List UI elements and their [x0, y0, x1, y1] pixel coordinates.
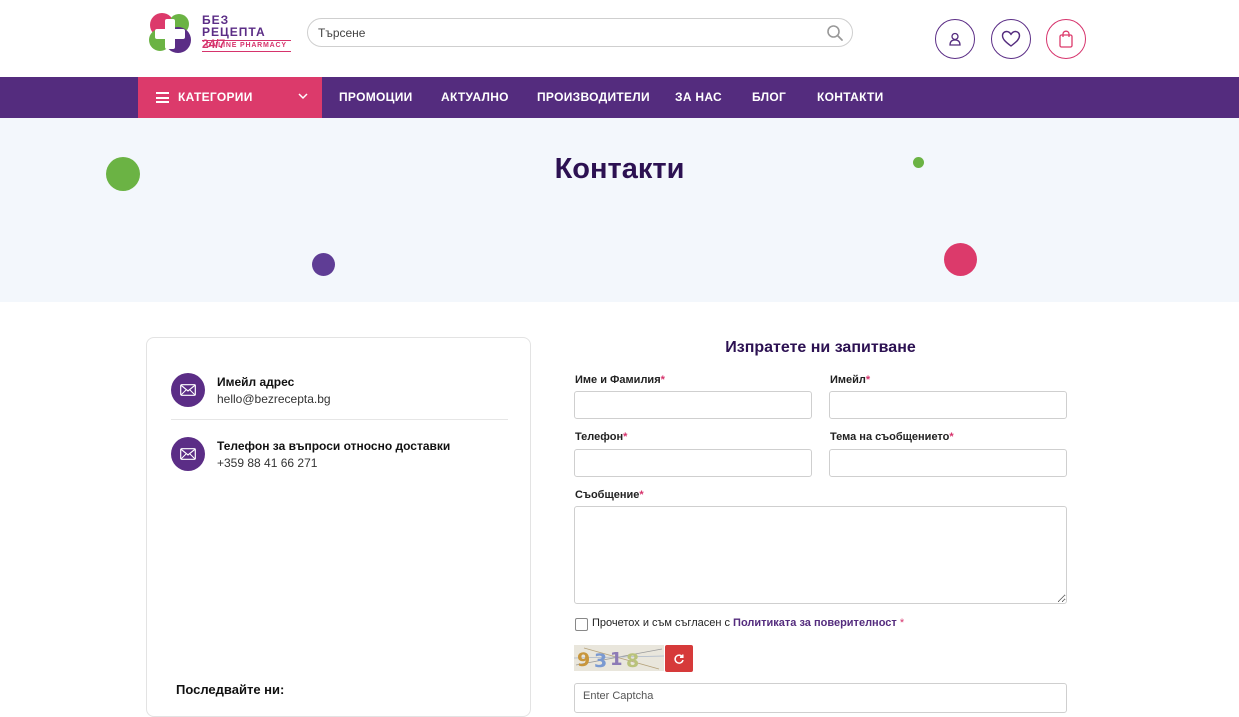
captcha-char: 8: [626, 650, 639, 671]
site-logo[interactable]: БЕЗ РЕЦЕПТА 24/7 ONLINE PHARMACY: [148, 10, 293, 56]
categories-menu-button[interactable]: КАТЕГОРИИ: [138, 77, 322, 118]
captcha-image: 9 3 1 8: [574, 645, 664, 671]
nav-item-contacts[interactable]: КОНТАКТИ: [817, 90, 884, 104]
search-bar: [307, 18, 853, 47]
name-label: Име и Фамилия*: [575, 374, 665, 386]
envelope-icon: [171, 437, 205, 471]
nav-item-blog[interactable]: БЛОГ: [752, 90, 786, 104]
captcha-char: 1: [610, 649, 623, 670]
required-mark: *: [899, 617, 905, 629]
decorative-dot: [944, 243, 977, 276]
nav-item-promotions[interactable]: ПРОМОЦИИ: [339, 90, 413, 104]
email-label-text: Имейл: [830, 374, 866, 386]
message-textarea[interactable]: [574, 506, 1067, 604]
name-label-text: Име и Фамилия: [575, 374, 661, 386]
nav-item-current[interactable]: АКТУАЛНО: [441, 90, 509, 104]
subject-field[interactable]: [829, 449, 1067, 477]
account-button[interactable]: [935, 19, 975, 59]
captcha-refresh-button[interactable]: [665, 645, 693, 672]
hamburger-icon: [156, 92, 169, 103]
message-label-text: Съобщение: [575, 489, 640, 501]
nav-item-about[interactable]: ЗА НАС: [675, 90, 722, 104]
follow-us-label: Последвайте ни:: [176, 682, 285, 697]
consent-text: Прочетох и съм съгласен с: [592, 617, 730, 629]
required-mark: *: [865, 374, 871, 386]
phone-field[interactable]: [574, 449, 812, 477]
phone-value[interactable]: +359 88 41 66 271: [217, 456, 317, 470]
categories-label: КАТЕГОРИИ: [178, 90, 253, 104]
decorative-dot: [312, 253, 335, 276]
heart-icon: [1001, 30, 1021, 47]
privacy-policy-link[interactable]: Политиката за поверителност: [733, 617, 897, 629]
cart-icon: [1059, 30, 1073, 48]
required-mark: *: [949, 431, 954, 443]
form-title: Изпратете ни запитване: [725, 339, 916, 356]
user-icon: [949, 32, 961, 46]
email-title: Имейл адрес: [217, 375, 295, 389]
captcha-char: 9: [577, 649, 590, 671]
phone-label: Телефон*: [575, 431, 627, 443]
required-mark: *: [623, 431, 628, 443]
name-field[interactable]: [574, 391, 812, 419]
phone-title: Телефон за въпроси относно доставки: [217, 439, 451, 453]
divider: [171, 419, 508, 420]
page-hero: Контакти: [0, 118, 1239, 302]
envelope-icon: [171, 373, 205, 407]
message-label: Съобщение*: [575, 489, 644, 501]
refresh-icon: [674, 653, 684, 664]
logo-cross-icon: [149, 13, 191, 53]
contact-info-card: Имейл адрес hello@bezrecepta.bg Телефон …: [146, 337, 531, 717]
captcha-input[interactable]: [583, 690, 1053, 702]
email-field[interactable]: [829, 391, 1067, 419]
logo-subtitle: ONLINE PHARMACY: [202, 40, 291, 52]
chevron-down-icon: [298, 93, 308, 100]
cart-button[interactable]: [1046, 19, 1086, 59]
email-label: Имейл*: [830, 374, 870, 386]
subject-label: Тема на съобщението*: [830, 431, 954, 443]
wishlist-button[interactable]: [991, 19, 1031, 59]
search-icon[interactable]: [826, 24, 844, 42]
email-value[interactable]: hello@bezrecepta.bg: [217, 392, 331, 406]
captcha-field: [574, 683, 1067, 713]
search-input[interactable]: [318, 23, 808, 43]
page-title: Контакти: [554, 153, 685, 185]
privacy-consent-checkbox[interactable]: [575, 618, 588, 631]
required-mark: *: [660, 374, 665, 386]
privacy-consent-label: Прочетох и съм съгласен с Политиката за …: [592, 617, 904, 629]
main-nav: КАТЕГОРИИ ПРОМОЦИИ АКТУАЛНО ПРОИЗВОДИТЕЛ…: [0, 77, 1239, 118]
phone-label-text: Телефон: [575, 431, 624, 443]
site-header: БЕЗ РЕЦЕПТА 24/7 ONLINE PHARMACY: [0, 0, 1239, 77]
subject-label-text: Тема на съобщението: [830, 431, 950, 443]
required-mark: *: [639, 489, 644, 501]
nav-item-manufacturers[interactable]: ПРОИЗВОДИТЕЛИ: [537, 90, 650, 104]
captcha-char: 3: [594, 650, 607, 671]
